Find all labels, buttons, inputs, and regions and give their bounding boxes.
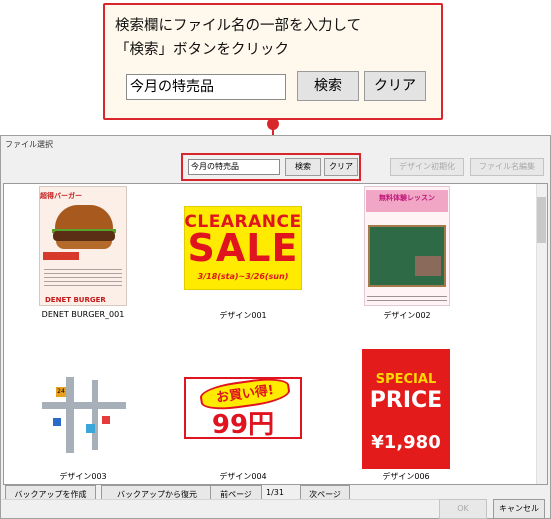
thumbnail-caption: デザイン002: [383, 311, 431, 320]
price-amount: ¥1,980: [371, 432, 441, 453]
okaidoku-price: 99円: [211, 410, 275, 440]
filename-edit-button[interactable]: ファイル名編集: [470, 158, 544, 176]
instruction-line-2: 「検索」ボタンをクリック: [115, 42, 289, 58]
burger-shop-name: DENET BURGER: [45, 296, 106, 304]
map-marker-icon: [86, 424, 95, 433]
map-road: [66, 377, 74, 453]
ok-button[interactable]: OK: [439, 499, 487, 519]
burger-menu-lines: [44, 266, 122, 286]
route-number: 24: [56, 387, 66, 397]
lesson-title: 無料体験レッスン: [379, 194, 435, 202]
instruction-text: 検索欄にファイル名の一部を入力して 「検索」ボタンをクリック: [115, 14, 435, 62]
dialog-title: ファイル選択: [5, 140, 53, 149]
burger-bun: [56, 241, 112, 249]
thumbnail-caption: デザイン003: [59, 472, 107, 481]
scrollbar-thumb[interactable]: [537, 197, 546, 243]
design-reset-button[interactable]: デザイン初期化: [390, 158, 464, 176]
lesson-footer-lines: [367, 293, 447, 303]
search-input[interactable]: 今月の特売品: [188, 159, 280, 175]
map-marker-icon: [53, 418, 61, 426]
search-button[interactable]: 検索: [285, 158, 321, 176]
lesson-photo: [415, 256, 441, 276]
thumbnail-caption: デザイン001: [219, 311, 267, 320]
burger-label-band: [43, 252, 79, 260]
callout-clear-button: クリア: [364, 71, 426, 101]
sale-text: SALE: [187, 226, 299, 270]
thumbnail-caption: デザイン004: [219, 472, 267, 481]
map-road: [92, 380, 98, 450]
status-bar: [2, 499, 439, 517]
sale-date-text: 3/18(sta)~3/26(sun): [197, 272, 289, 281]
price-text: PRICE: [369, 388, 443, 413]
clear-button[interactable]: クリア: [324, 158, 358, 176]
special-text: SPECIAL: [375, 372, 437, 387]
thumbnail-caption: デザイン006: [382, 472, 430, 481]
burger-patty: [53, 231, 115, 241]
instruction-line-1: 検索欄にファイル名の一部を入力して: [115, 18, 362, 34]
callout-connector-dot: [267, 118, 279, 130]
callout-search-input: 今月の特売品: [126, 74, 286, 100]
cancel-button[interactable]: キャンセル: [493, 499, 545, 519]
map-marker-icon: [102, 416, 110, 424]
thumbnail-map[interactable]: [38, 373, 128, 457]
page-indicator: 1/31: [266, 488, 284, 497]
burger-headline: 超得バーガー: [40, 192, 82, 200]
map-road: [42, 402, 126, 409]
callout-search-button: 検索: [297, 71, 359, 101]
thumbnail-caption: DENET BURGER_001: [41, 310, 125, 319]
